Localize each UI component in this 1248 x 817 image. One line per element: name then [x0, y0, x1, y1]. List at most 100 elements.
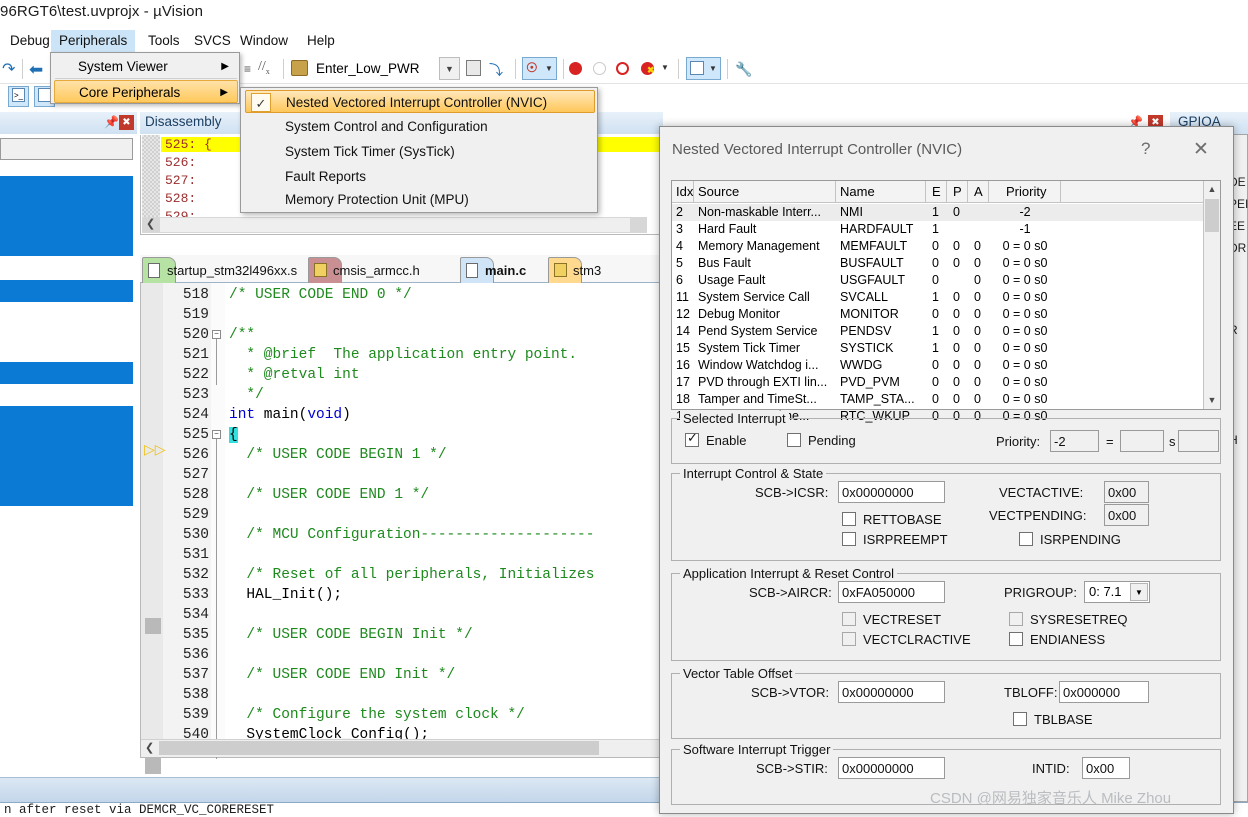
menu-svcs[interactable]: SVCS: [186, 30, 239, 52]
menu-item-system-viewer[interactable]: System Viewer ▶: [54, 55, 238, 78]
toolbar-combo-value[interactable]: Enter_Low_PWR: [316, 61, 420, 76]
left-panel-field[interactable]: [0, 138, 133, 160]
isrpreempt-checkbox[interactable]: [842, 532, 856, 546]
breakpoint-toggle-icon[interactable]: [616, 62, 629, 75]
chevron-down-icon[interactable]: ▼: [439, 57, 460, 80]
bookmark-icon[interactable]: //x: [258, 59, 270, 76]
close-icon[interactable]: ✖: [119, 115, 134, 130]
close-icon[interactable]: ✕: [1193, 138, 1209, 160]
fold-toggle-icon[interactable]: −: [212, 430, 221, 439]
vectreset-checkbox[interactable]: [842, 612, 856, 626]
vectclractive-checkbox[interactable]: [842, 632, 856, 646]
column-header-extra[interactable]: [1061, 181, 1203, 203]
left-panel-selected-rows-3[interactable]: [0, 362, 133, 384]
aircr-field[interactable]: 0xFA050000: [838, 581, 945, 603]
debug-step-icon[interactable]: ⤵: [489, 60, 503, 80]
menu-item-mpu[interactable]: Memory Protection Unit (MPU): [245, 188, 595, 211]
pending-checkbox[interactable]: [787, 433, 801, 447]
breakpoint-dropdown-icon[interactable]: ▼: [661, 63, 669, 72]
interrupt-row[interactable]: 12 Debug Monitor MONITOR 0 0 0 0 = 0 s0: [672, 306, 1220, 323]
menu-debug[interactable]: Debug: [2, 30, 58, 52]
endianess-checkbox[interactable]: [1009, 632, 1023, 646]
disassembly-hscrollbar[interactable]: ❮: [142, 217, 647, 233]
menu-help[interactable]: Help: [299, 30, 343, 52]
menu-item-nvic[interactable]: ✓ Nested Vectored Interrupt Controller (…: [245, 90, 595, 113]
interrupt-row[interactable]: 15 System Tick Timer SYSTICK 1 0 0 0 = 0 s0: [672, 340, 1220, 357]
column-header-p[interactable]: P: [947, 181, 968, 203]
isrpending-checkbox[interactable]: [1019, 532, 1033, 546]
vectactive-field[interactable]: 0x00: [1104, 481, 1149, 503]
column-header-a[interactable]: A: [968, 181, 989, 203]
priority-equals-field[interactable]: [1120, 430, 1164, 452]
editor-hscrollbar[interactable]: ❮: [141, 739, 662, 757]
indent-icon[interactable]: ≡: [244, 62, 251, 76]
interrupt-row[interactable]: 5 Bus Fault BUSFAULT 0 0 0 0 = 0 s0: [672, 255, 1220, 272]
scroll-up-icon[interactable]: ▲: [1204, 181, 1220, 198]
command-window-icon[interactable]: >_: [8, 86, 29, 107]
breakpoint-icon[interactable]: [569, 62, 582, 75]
breakpoint-disabled-icon[interactable]: [593, 62, 606, 75]
column-header-priority[interactable]: Priority: [989, 181, 1061, 203]
watch-window-icon[interactable]: ☉ ▼: [522, 57, 557, 80]
interrupt-list-vscrollbar[interactable]: ▲ ▼: [1203, 181, 1220, 409]
interrupt-row[interactable]: 14 Pend System Service PENDSV 1 0 0 0 = 0 s0: [672, 323, 1220, 340]
sysresetreq-checkbox[interactable]: [1009, 612, 1023, 626]
editor-hscroll-thumb[interactable]: [159, 741, 599, 755]
interrupt-list[interactable]: Idx Source Name E P A Priority 2 Non-mask…: [671, 180, 1221, 423]
open-folder-icon[interactable]: [291, 60, 308, 76]
tab-main-c[interactable]: main.c: [460, 257, 527, 286]
editor-breakpoint-margin[interactable]: [141, 283, 163, 774]
menu-item-core-peripherals[interactable]: Core Peripherals ▶: [54, 80, 238, 103]
code-text-area[interactable]: ▷▷ 518 /* USER CODE END 0 */ 519 520 /**…: [140, 283, 663, 774]
load-file-icon[interactable]: [466, 60, 481, 76]
menu-item-system-control[interactable]: System Control and Configuration: [245, 115, 595, 138]
column-header-e[interactable]: E: [926, 181, 947, 203]
rettobase-checkbox[interactable]: [842, 512, 856, 526]
tblbase-checkbox[interactable]: [1013, 712, 1027, 726]
help-icon[interactable]: ?: [1141, 139, 1150, 159]
chevron-down-icon[interactable]: ▼: [1130, 583, 1148, 601]
interrupt-row[interactable]: 2 Non-maskable Interr... NMI 1 0 -2: [672, 204, 1220, 221]
peripherals-dropdown-menu[interactable]: System Viewer ▶ Core Peripherals ▶: [50, 52, 240, 104]
interrupt-row[interactable]: 4 Memory Management MEMFAULT 0 0 0 0 = 0 s0: [672, 238, 1220, 255]
back-arrow-icon[interactable]: ⬅: [29, 61, 43, 78]
menu-item-systick[interactable]: System Tick Timer (SysTick): [245, 140, 595, 163]
disassembly-hscroll-thumb[interactable]: [160, 218, 630, 232]
chevron-left-icon[interactable]: ❮: [146, 217, 155, 230]
vtor-field[interactable]: 0x00000000: [838, 681, 945, 703]
intid-field[interactable]: 0x00: [1082, 757, 1130, 779]
fold-toggle-icon[interactable]: −: [212, 330, 221, 339]
scroll-down-icon[interactable]: ▼: [1204, 392, 1220, 409]
prigroup-select[interactable]: 0: 7.1 ▼: [1084, 581, 1150, 603]
tab-startup-s[interactable]: startup_stm32l496xx.s: [142, 257, 297, 283]
tab-cmsis-armcc-h[interactable]: cmsis_armcc.h: [308, 257, 420, 283]
menu-window[interactable]: Window: [232, 30, 296, 52]
breakpoint-kill-icon[interactable]: ✖: [641, 62, 655, 75]
tbloff-field[interactable]: 0x000000: [1059, 681, 1149, 703]
stir-field[interactable]: 0x00000000: [838, 757, 945, 779]
interrupt-row[interactable]: 18 Tamper and TimeSt... TAMP_STA... 0 0 0 0 = …: [672, 391, 1220, 408]
column-header-idx[interactable]: Idx: [672, 181, 694, 203]
wrench-icon[interactable]: 🔧: [735, 61, 752, 78]
tab-stm32[interactable]: stm3: [548, 257, 601, 283]
priority-seconds-field[interactable]: [1178, 430, 1219, 452]
priority-value-field[interactable]: -2: [1050, 430, 1099, 452]
pin-icon[interactable]: 📌: [104, 115, 119, 130]
left-panel-selected-rows-2[interactable]: [0, 280, 133, 302]
memory-window-icon[interactable]: ▼: [686, 57, 721, 80]
menu-item-fault-reports[interactable]: Fault Reports: [245, 165, 595, 188]
editor-fold-column[interactable]: [211, 283, 225, 756]
interrupt-row[interactable]: 11 System Service Call SVCALL 1 0 0 0 = 0 s0: [672, 289, 1220, 306]
left-panel-selected-rows-4[interactable]: [0, 406, 133, 506]
chevron-left-icon[interactable]: ❮: [145, 741, 154, 754]
interrupt-row[interactable]: 6 Usage Fault USGFAULT 0 0 0 = 0 s0: [672, 272, 1220, 289]
vscroll-thumb[interactable]: [1205, 199, 1219, 232]
icsr-field[interactable]: 0x00000000: [838, 481, 945, 503]
column-header-source[interactable]: Source: [694, 181, 836, 203]
interrupt-row[interactable]: 17 PVD through EXTI lin... PVD_PVM 0 0 0 0 = 0…: [672, 374, 1220, 391]
core-peripherals-submenu[interactable]: ✓ Nested Vectored Interrupt Controller (…: [240, 87, 598, 213]
column-header-name[interactable]: Name: [836, 181, 926, 203]
interrupt-row[interactable]: 3 Hard Fault HARDFAULT 1 -1: [672, 221, 1220, 238]
vectpending-field[interactable]: 0x00: [1104, 504, 1149, 526]
menu-peripherals[interactable]: Peripherals: [51, 30, 136, 52]
